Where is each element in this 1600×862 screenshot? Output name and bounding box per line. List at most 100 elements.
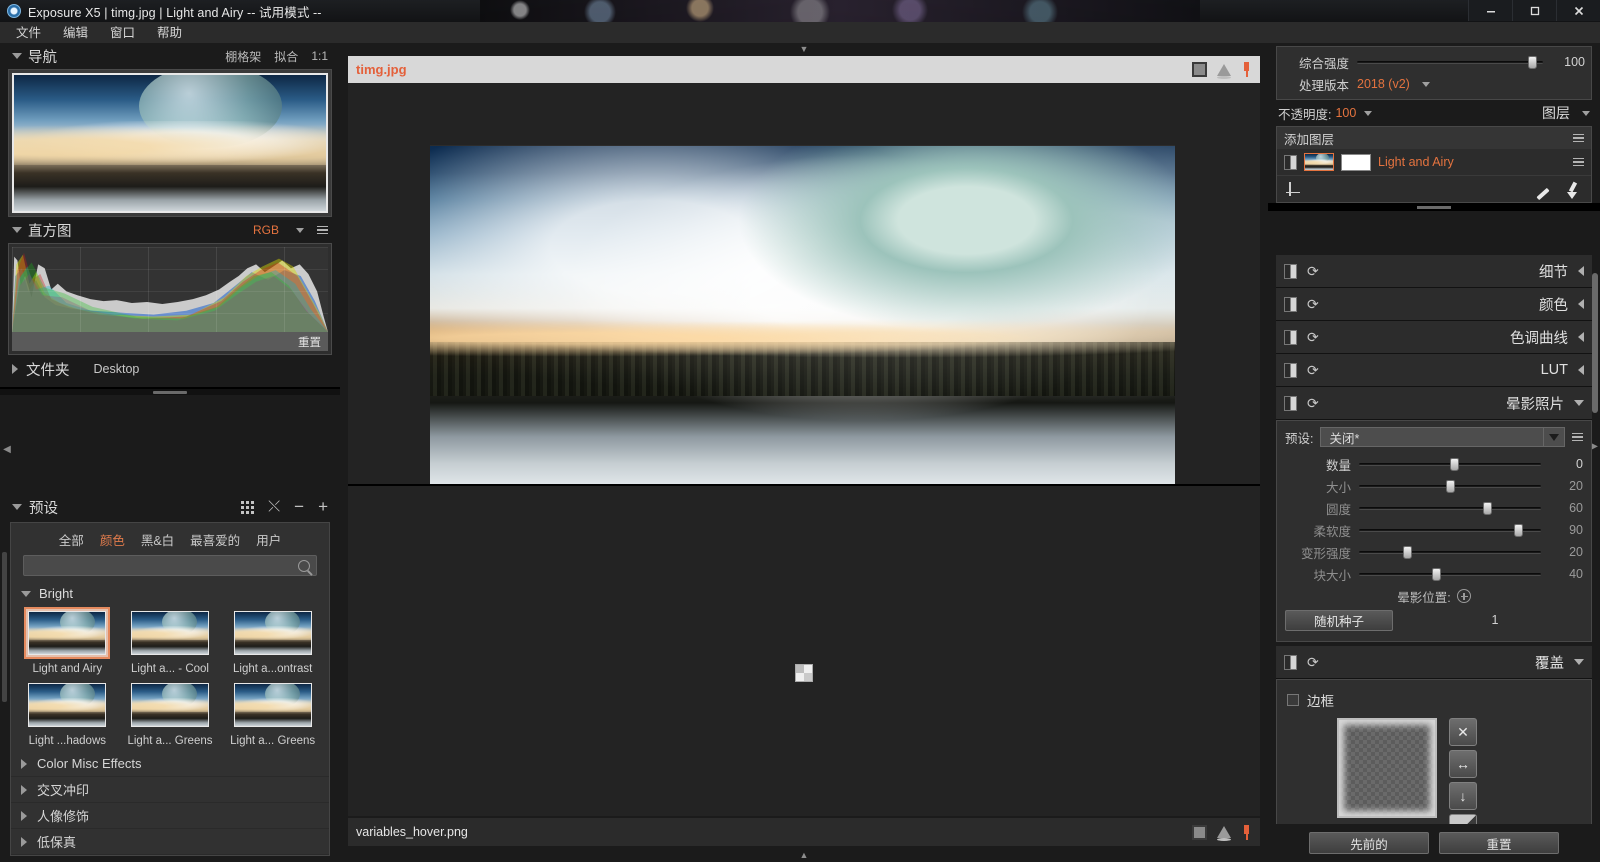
histogram-menu-icon[interactable] xyxy=(317,225,328,235)
flip-vertical-icon[interactable]: ↓ xyxy=(1449,782,1477,810)
center-bottom-handle[interactable]: ▲ xyxy=(340,848,1268,862)
soft-proof-icon[interactable] xyxy=(1217,826,1231,841)
vignette-amount-slider[interactable] xyxy=(1359,457,1541,471)
compare-view-icon[interactable] xyxy=(1192,62,1207,77)
preset-tab-favorites[interactable]: 最喜爱的 xyxy=(190,530,240,549)
pin-icon[interactable] xyxy=(1241,824,1252,840)
reset-section-icon[interactable]: ⟳ xyxy=(1307,395,1322,411)
opacity-value[interactable]: 100 xyxy=(1335,106,1356,120)
section-toggle-icon[interactable] xyxy=(1284,362,1297,378)
vignette-distortion-slider[interactable] xyxy=(1359,545,1541,559)
histogram-header[interactable]: 直方图 RGB xyxy=(8,217,332,243)
preset-category-row[interactable]: 交叉冲印 xyxy=(11,777,329,803)
preset-item[interactable]: Light a... Greens xyxy=(224,679,321,747)
shuffle-icon[interactable]: ✕ xyxy=(1449,718,1477,746)
overall-strength-slider[interactable] xyxy=(1357,55,1543,69)
vignette-preset-select[interactable]: 关闭* xyxy=(1320,427,1565,447)
add-layer-row[interactable]: 添加图层 xyxy=(1277,127,1591,149)
preset-item[interactable]: Light and Airy xyxy=(19,607,116,675)
soft-proof-icon[interactable] xyxy=(1217,63,1231,79)
menu-item-edit[interactable]: 编辑 xyxy=(53,23,98,43)
section-toggle-icon[interactable] xyxy=(1284,395,1297,411)
crop-icon[interactable] xyxy=(1286,181,1301,197)
compare-view-icon[interactable] xyxy=(1192,824,1207,840)
layer-visibility-icon[interactable] xyxy=(1284,154,1297,170)
grid-view-icon[interactable] xyxy=(241,500,255,514)
preset-item[interactable]: Light a... - Cool xyxy=(122,607,219,675)
section-header-color[interactable]: ⟳ 颜色 xyxy=(1276,288,1592,321)
histogram-reset-button[interactable]: 重置 xyxy=(12,332,328,351)
navigator-option-fit[interactable]: 拟合 xyxy=(274,48,298,65)
preset-category-row[interactable]: 低保真 xyxy=(11,829,329,855)
border-checkbox[interactable] xyxy=(1287,694,1299,706)
section-toggle-icon[interactable] xyxy=(1284,263,1297,279)
preset-tab-user[interactable]: 用户 xyxy=(256,530,281,549)
vignette-roundness-slider[interactable] xyxy=(1359,501,1541,515)
reset-section-icon[interactable]: ⟳ xyxy=(1307,362,1322,378)
section-header-lut[interactable]: ⟳ LUT xyxy=(1276,354,1592,387)
preset-category-row[interactable]: Color Misc Effects xyxy=(11,751,329,777)
section-header-overlay[interactable]: ⟳ 覆盖 xyxy=(1276,646,1592,679)
preset-tab-color[interactable]: 颜色 xyxy=(100,530,125,549)
preset-item[interactable]: Light a... Greens xyxy=(122,679,219,747)
border-preview-thumbnail[interactable] xyxy=(1337,718,1437,818)
chevron-down-icon[interactable] xyxy=(1582,110,1590,116)
pin-icon[interactable] xyxy=(1241,62,1252,77)
eraser-icon[interactable] xyxy=(1534,181,1551,198)
preset-tab-all[interactable]: 全部 xyxy=(59,530,84,549)
vignette-preset-menu-icon[interactable] xyxy=(1572,432,1583,442)
section-toggle-icon[interactable] xyxy=(1284,329,1297,345)
section-toggle-icon[interactable] xyxy=(1284,654,1297,670)
reset-section-icon[interactable]: ⟳ xyxy=(1307,296,1322,312)
navigator-option-1to1[interactable]: 1:1 xyxy=(311,49,328,63)
vignette-size-slider[interactable] xyxy=(1359,479,1541,493)
reset-section-icon[interactable]: ⟳ xyxy=(1307,263,1322,279)
folder-header[interactable]: 文件夹 Desktop xyxy=(8,355,332,383)
invert-icon[interactable] xyxy=(1449,814,1477,824)
layer-mask-thumbnail[interactable] xyxy=(1341,153,1371,171)
section-header-vignette[interactable]: ⟳ 晕影照片 xyxy=(1276,387,1592,420)
layer-menu-icon[interactable] xyxy=(1573,133,1584,143)
preset-tab-bw[interactable]: 黑&白 xyxy=(141,530,174,549)
preset-category-row[interactable]: 人像修饰 xyxy=(11,803,329,829)
reset-section-icon[interactable]: ⟳ xyxy=(1307,654,1322,670)
vignette-softness-slider[interactable] xyxy=(1359,523,1541,537)
close-button[interactable] xyxy=(1556,0,1600,21)
right-panel-resize-handle[interactable] xyxy=(1268,203,1600,211)
add-preset-icon[interactable]: + xyxy=(318,498,328,515)
minimize-button[interactable] xyxy=(1468,0,1512,21)
preset-category-row[interactable]: 低保真（交叉处理） xyxy=(11,855,329,856)
border-toggle-row[interactable]: 边框 xyxy=(1285,686,1583,718)
preset-search-input[interactable] xyxy=(30,558,298,573)
remove-preset-icon[interactable]: − xyxy=(294,498,304,515)
left-panel-collapse-icon[interactable]: ◀ xyxy=(2,441,12,457)
process-version-value[interactable]: 2018 (v2) xyxy=(1357,77,1410,91)
navigator-header[interactable]: 导航 棚格架 拟合 1:1 xyxy=(8,43,332,69)
preset-search-box[interactable] xyxy=(23,555,317,576)
center-top-handle[interactable]: ▼ xyxy=(340,43,1268,55)
maximize-button[interactable] xyxy=(1512,0,1556,21)
preset-item[interactable]: Light ...hadows xyxy=(19,679,116,747)
collapse-all-icon[interactable]: ⤬ xyxy=(268,499,280,514)
histogram-mode[interactable]: RGB xyxy=(253,223,279,237)
presets-scrollbar[interactable] xyxy=(2,552,7,702)
image-canvas[interactable] xyxy=(348,83,1260,816)
navigator-option-grid[interactable]: 棚格架 xyxy=(225,48,261,65)
section-header-tone-curve[interactable]: ⟳ 色调曲线 xyxy=(1276,321,1592,354)
flip-horizontal-icon[interactable]: ↔ xyxy=(1449,750,1477,778)
section-header-detail[interactable]: ⟳ 细节 xyxy=(1276,255,1592,288)
menu-item-window[interactable]: 窗口 xyxy=(100,23,145,43)
preset-group-bright[interactable]: Bright xyxy=(11,582,329,605)
vignette-block-size-slider[interactable] xyxy=(1359,567,1541,581)
edited-photo[interactable] xyxy=(430,145,1175,485)
menu-item-help[interactable]: 帮助 xyxy=(147,23,192,43)
reset-section-icon[interactable]: ⟳ xyxy=(1307,329,1322,345)
layer-options-icon[interactable] xyxy=(1573,157,1584,167)
previous-button[interactable]: 先前的 xyxy=(1309,832,1429,854)
preset-item[interactable]: Light a...ontrast xyxy=(224,607,321,675)
target-icon[interactable] xyxy=(1456,589,1471,603)
brush-icon[interactable] xyxy=(1565,181,1582,199)
reset-button[interactable]: 重置 xyxy=(1439,832,1559,854)
left-panel-resize-handle[interactable] xyxy=(0,389,340,395)
section-toggle-icon[interactable] xyxy=(1284,296,1297,312)
